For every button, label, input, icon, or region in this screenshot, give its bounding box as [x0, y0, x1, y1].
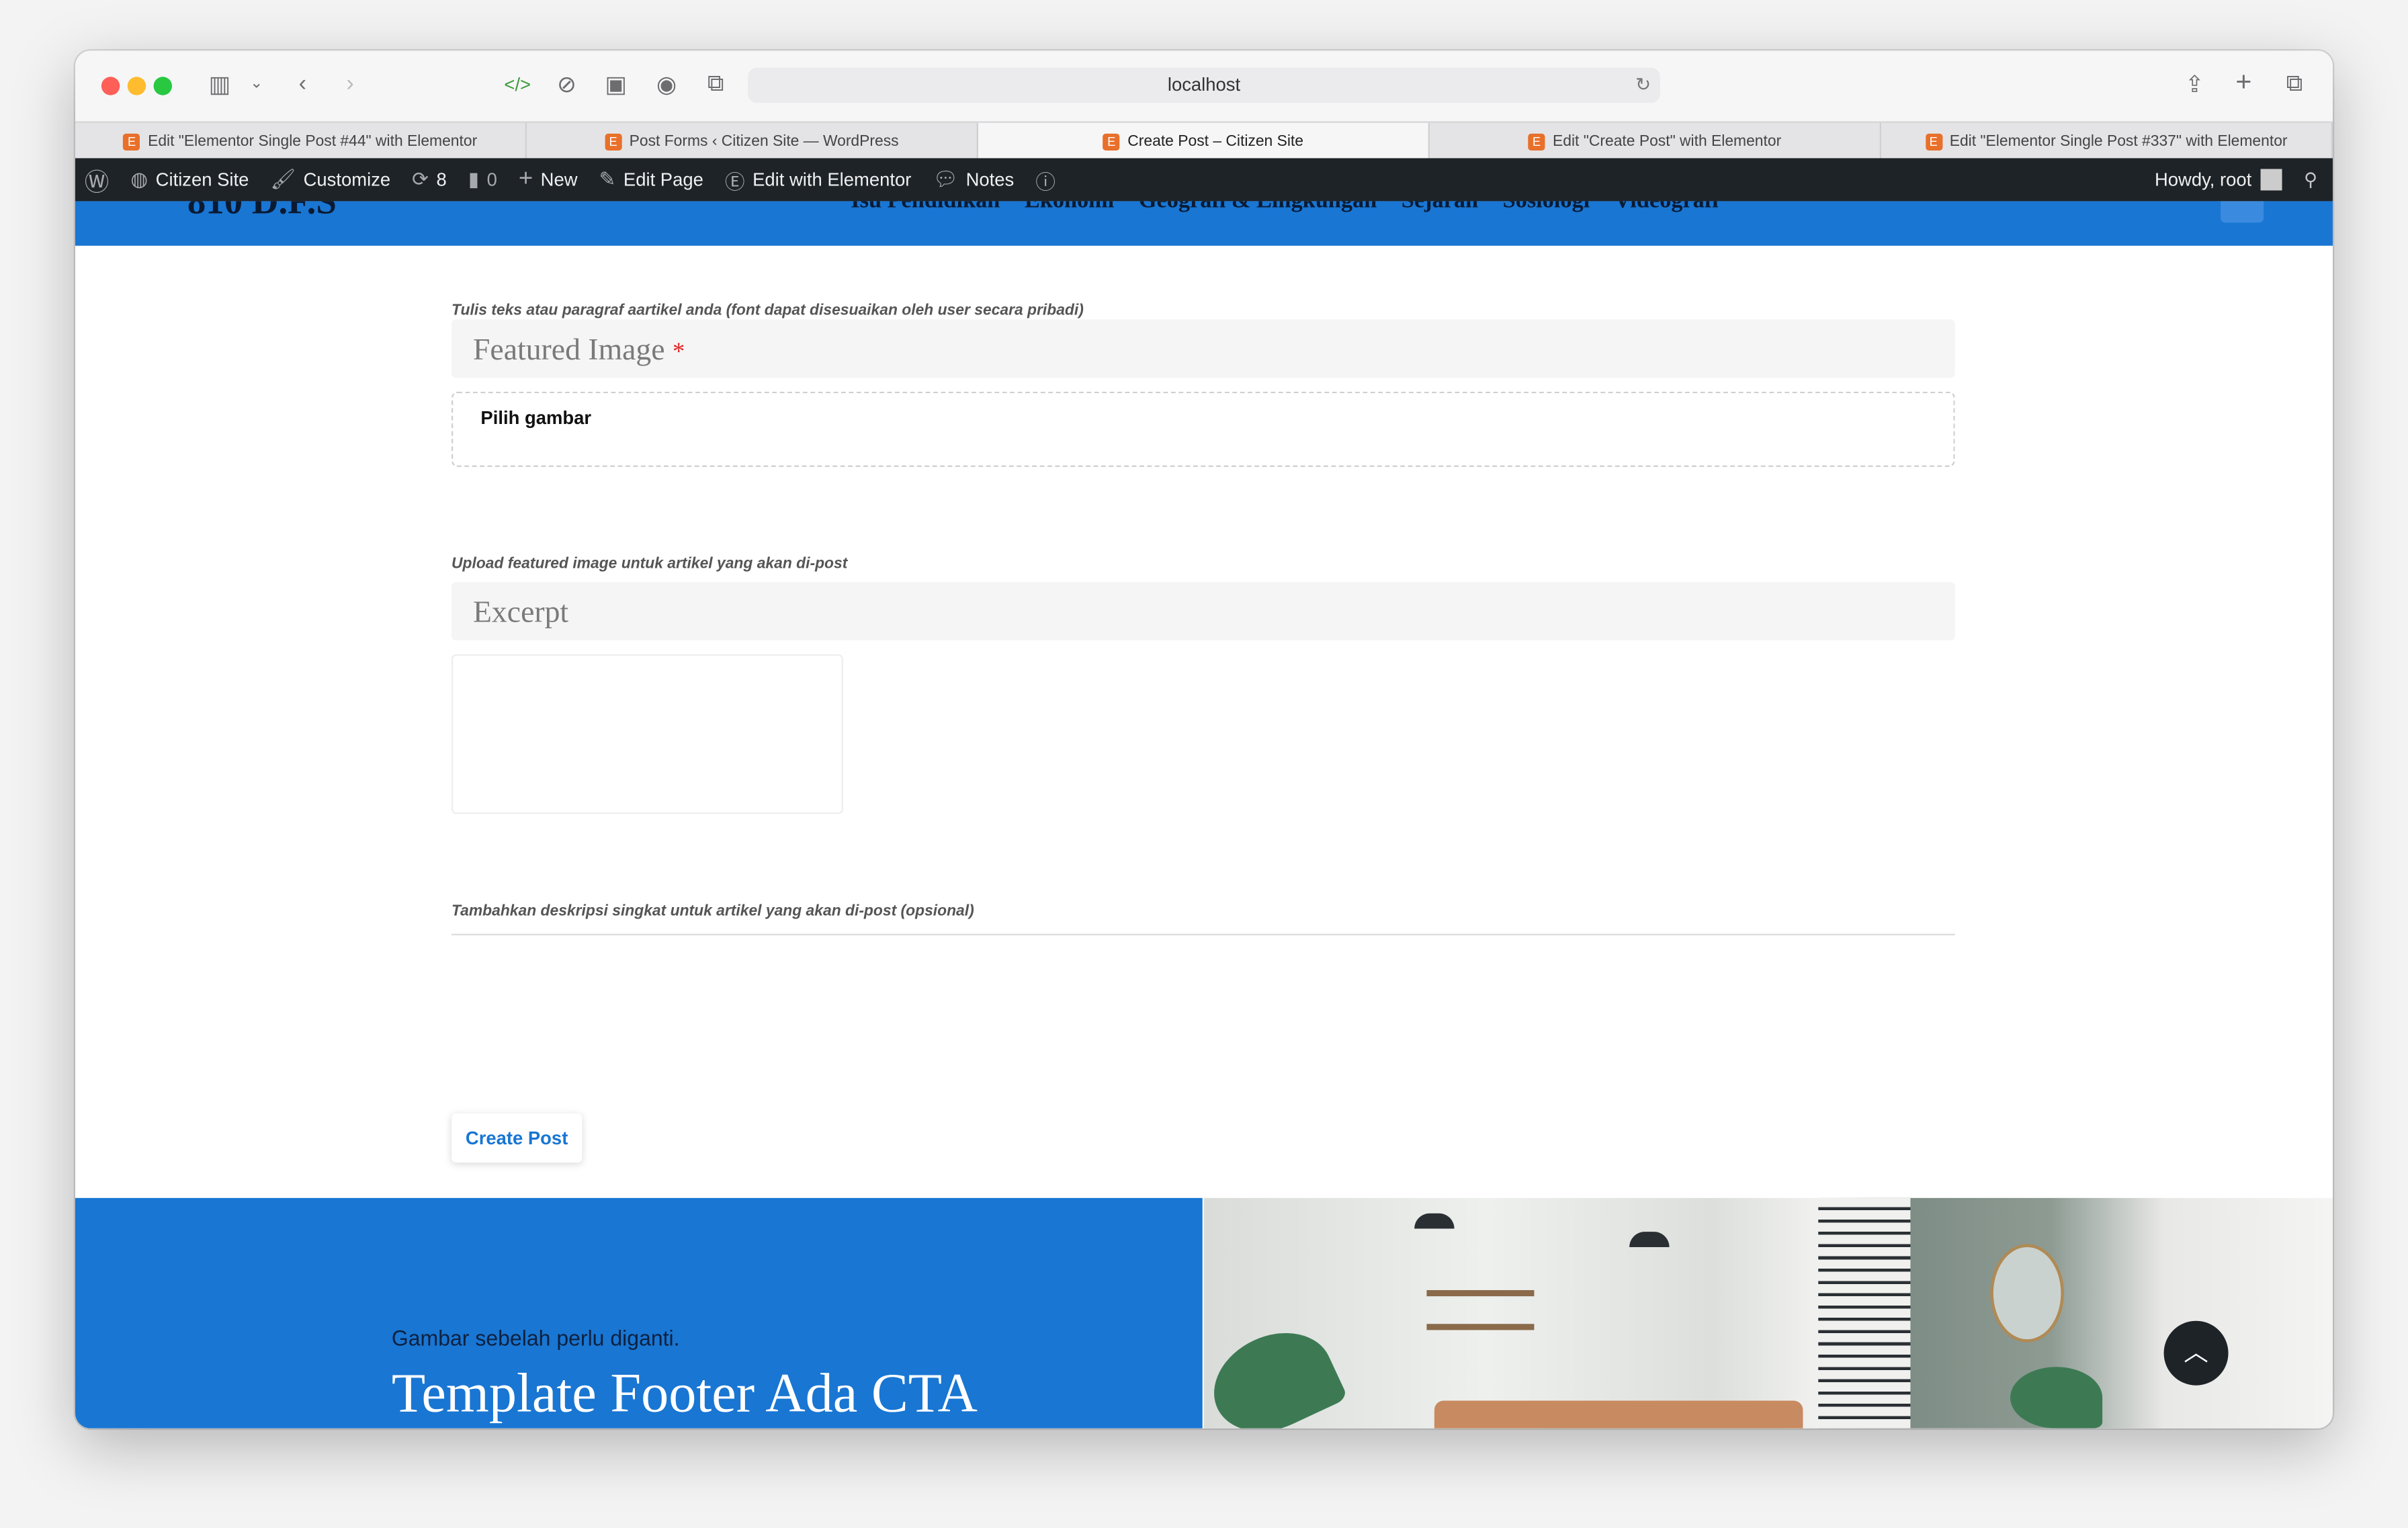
browser-toolbar: ▥ ⌄ ‹ › </> ⊘ ▣ ◉ ⧉ localhost ↻ ⇪ + ⧉: [75, 50, 2333, 122]
lightning-icon[interactable]: ⓘ: [1035, 165, 1056, 194]
search-icon[interactable]: ⚲: [2304, 169, 2317, 190]
nav-item[interactable]: Geografi & Lingkungan: [1139, 201, 1377, 215]
admin-comments-link[interactable]: ▮ 0: [468, 167, 497, 192]
excerpt-textarea[interactable]: [451, 654, 843, 814]
elementor-favicon-icon: E: [1925, 132, 1942, 150]
nav-item[interactable]: Sosiologi: [1503, 201, 1590, 215]
tab-label: Post Forms ‹ Citizen Site — WordPress: [629, 132, 899, 150]
admin-new-link[interactable]: + New: [519, 166, 578, 194]
avatar[interactable]: [2261, 169, 2283, 191]
compass-icon[interactable]: ⊘: [552, 71, 583, 98]
back-icon[interactable]: ‹: [287, 71, 318, 97]
choose-image-label[interactable]: Pilih gambar: [480, 407, 591, 429]
share-icon[interactable]: ⇪: [2179, 71, 2210, 98]
tab-label: Edit "Elementor Single Post #44" with El…: [148, 132, 478, 150]
updates-icon: ⟳: [412, 167, 429, 191]
browser-tab[interactable]: E Edit "Create Post" with Elementor: [1430, 122, 1881, 160]
tab-bar: E Edit "Elementor Single Post #44" with E…: [75, 121, 2333, 160]
wp-admin-bar: Ⓦ ◍ Citizen Site 🖌︎ Customize ⟳ 8 ▮ 0 + New ✎…: [75, 158, 2333, 202]
excerpt-heading: Excerpt: [451, 582, 1955, 641]
code-icon[interactable]: </>: [502, 74, 533, 95]
forward-icon[interactable]: ›: [335, 71, 366, 97]
nav-item[interactable]: Sejarah: [1402, 201, 1478, 215]
record-icon[interactable]: ◉: [651, 71, 682, 98]
elementor-favicon-icon: E: [1103, 132, 1120, 150]
nav-item[interactable]: Ekonomi: [1025, 201, 1114, 215]
speech-bubble-icon: 💬︎: [933, 167, 959, 191]
create-post-button[interactable]: Create Post: [451, 1113, 583, 1163]
dashboard-icon: ◍: [130, 167, 148, 191]
updates-count: 8: [436, 169, 447, 191]
footer-title: Template Footer Ada CTA: [391, 1362, 978, 1424]
browser-tab[interactable]: E Post Forms ‹ Citizen Site — WordPress: [527, 122, 978, 160]
featured-image-heading: Featured Image *: [451, 319, 1955, 378]
howdy-user[interactable]: Howdy, root: [2155, 169, 2251, 190]
new-label: New: [540, 169, 578, 191]
divider: [451, 933, 1955, 935]
required-mark: *: [673, 339, 685, 366]
user-account-icon[interactable]: [2221, 201, 2264, 223]
site-header: 810 D.F.S Isu Pendidikan Ekonomi Geograf…: [75, 201, 2333, 246]
nav-item[interactable]: Videografi: [1615, 201, 1719, 215]
brush-icon: 🖌︎: [270, 167, 296, 191]
interior-photo: [1203, 1197, 2333, 1429]
footer-cta-panel: Gambar sebelah perlu diganti. Template F…: [75, 1197, 1203, 1429]
maximize-window-button[interactable]: [153, 77, 172, 95]
chevron-down-icon[interactable]: ⌄: [241, 75, 272, 92]
sidebar-icon[interactable]: ▥: [204, 71, 235, 98]
close-window-button[interactable]: [101, 77, 120, 95]
browser-tab[interactable]: E Edit "Elementor Single Post #337" with …: [1881, 122, 2333, 160]
admin-updates-link[interactable]: ⟳ 8: [412, 167, 447, 192]
elementor-favicon-icon: E: [605, 132, 622, 150]
admin-site-link[interactable]: ◍ Citizen Site: [130, 167, 249, 192]
elementor-icon: Ⓔ: [724, 169, 745, 193]
site-logo[interactable]: 810 D.F.S: [187, 201, 337, 224]
chevron-up-icon: ︿: [2184, 1341, 2208, 1367]
pencil-icon: ✎: [599, 167, 616, 191]
reload-icon[interactable]: ↻: [1635, 68, 1651, 103]
featured-image-dropzone[interactable]: Pilih gambar: [451, 391, 1955, 467]
excerpt-title: Excerpt: [472, 595, 569, 630]
minimize-window-button[interactable]: [127, 77, 146, 95]
browser-tab-active[interactable]: E Create Post – Citizen Site: [978, 122, 1430, 160]
content-help-text: Tulis teks atau paragraf aartikel anda (…: [451, 302, 1084, 320]
tab-overview-icon[interactable]: ⧉: [2279, 71, 2310, 97]
footer-cta: Gambar sebelah perlu diganti. Template F…: [75, 1197, 2333, 1429]
featured-image-title: Featured Image: [472, 333, 665, 368]
footer-subtitle: Gambar sebelah perlu diganti.: [391, 1325, 680, 1351]
tab-label: Edit "Create Post" with Elementor: [1553, 132, 1782, 150]
scroll-to-top-button[interactable]: ︿: [2163, 1320, 2229, 1386]
elementor-favicon-icon: E: [123, 132, 140, 150]
extension-icon[interactable]: ▣: [601, 71, 632, 98]
edit-page-label: Edit Page: [623, 169, 703, 191]
elementor-favicon-icon: E: [1528, 132, 1545, 150]
plus-icon: +: [518, 165, 533, 192]
address-bar[interactable]: localhost ↻: [748, 67, 1660, 103]
tab-label: Create Post – Citizen Site: [1127, 132, 1303, 150]
windows-icon[interactable]: ⧉: [700, 71, 731, 97]
comment-icon: ▮: [468, 167, 480, 191]
admin-edit-elementor-link[interactable]: Ⓔ Edit with Elementor: [725, 165, 911, 194]
admin-notes-link[interactable]: 💬︎ Notes: [933, 167, 1014, 192]
wordpress-logo-icon[interactable]: Ⓦ: [85, 161, 110, 198]
comments-count: 0: [486, 169, 497, 191]
admin-edit-page-link[interactable]: ✎ Edit Page: [599, 167, 703, 192]
featured-image-help-text: Upload featured image untuk artikel yang…: [451, 556, 848, 573]
new-tab-icon[interactable]: +: [2229, 66, 2260, 98]
notes-label: Notes: [965, 169, 1015, 191]
edit-elementor-label: Edit with Elementor: [752, 169, 912, 191]
customize-label: Customize: [303, 169, 391, 191]
excerpt-help-text: Tambahkan deskripsi singkat untuk artike…: [451, 902, 974, 921]
url-text: localhost: [1167, 73, 1241, 95]
nav-item[interactable]: Isu Pendidikan: [851, 201, 1000, 215]
tab-label: Edit "Elementor Single Post #337" with E…: [1949, 132, 2288, 150]
site-label: Citizen Site: [155, 169, 249, 191]
browser-window: ▥ ⌄ ‹ › </> ⊘ ▣ ◉ ⧉ localhost ↻ ⇪ + ⧉ E Ed…: [75, 50, 2333, 1429]
admin-customize-link[interactable]: 🖌︎ Customize: [270, 167, 390, 192]
main-nav: Isu Pendidikan Ekonomi Geografi & Lingku…: [851, 201, 1718, 215]
browser-tab[interactable]: E Edit "Elementor Single Post #44" with E…: [75, 122, 527, 160]
